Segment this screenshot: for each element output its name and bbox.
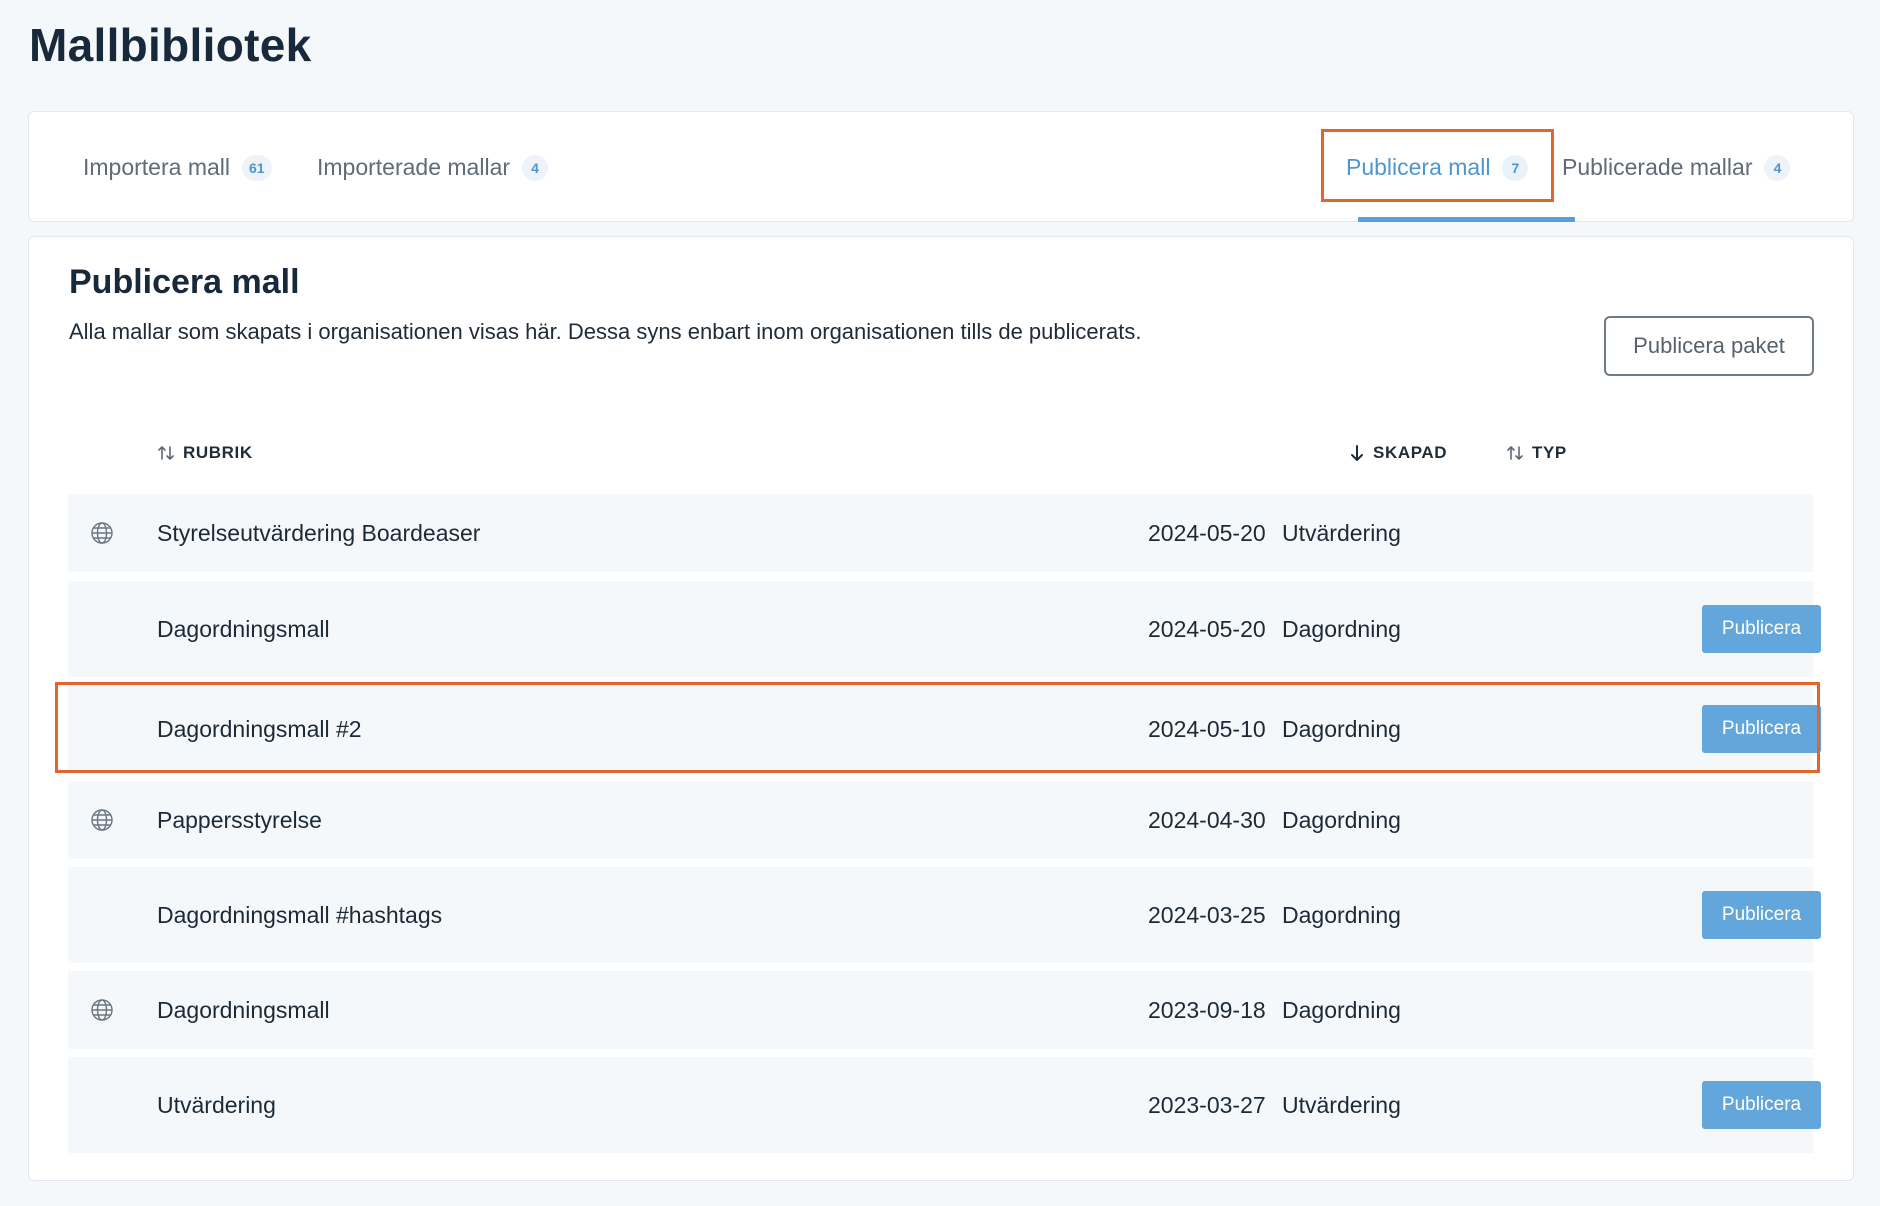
- row-title: Dagordningsmall #2: [157, 715, 362, 742]
- tab-count-badge: 7: [1502, 154, 1529, 181]
- table-row[interactable]: Dagordningsmall 2024-05-20 Dagordning Pu…: [68, 581, 1821, 677]
- page: Mallbibliotek Importera mall 61 Importer…: [0, 0, 1880, 1206]
- tab-label: Importerade mallar: [317, 154, 511, 180]
- column-header-label: TYP: [1532, 443, 1567, 462]
- row-title: Pappersstyrelse: [157, 806, 322, 833]
- tab-publish-template[interactable]: Publicera mall 7: [1346, 112, 1529, 223]
- globe-icon: [90, 494, 114, 572]
- tab-label: Publicerade mallar: [1562, 154, 1753, 180]
- row-title: Dagordningsmall: [157, 615, 330, 642]
- tab-published-templates[interactable]: Publicerade mallar 4: [1562, 112, 1791, 223]
- column-header-label: SKAPAD: [1373, 443, 1448, 462]
- row-title: Utvärdering: [157, 1091, 276, 1118]
- table-row[interactable]: Styrelseutvärdering Boardeaser 2024-05-2…: [68, 494, 1813, 572]
- row-type: Dagordning: [1282, 806, 1401, 833]
- table-row[interactable]: Utvärdering 2023-03-27 Utvärdering Publi…: [68, 1057, 1821, 1153]
- publish-package-button[interactable]: Publicera paket: [1604, 316, 1814, 376]
- publish-template-panel: Publicera mall Alla mallar som skapats i…: [28, 236, 1854, 1181]
- row-type: Dagordning: [1282, 615, 1401, 642]
- table-row[interactable]: Pappersstyrelse 2024-04-30 Dagordning: [68, 781, 1813, 859]
- tab-label: Importera mall: [83, 154, 230, 180]
- tab-imported-templates[interactable]: Importerade mallar 4: [317, 112, 549, 223]
- tab-bar: Importera mall 61 Importerade mallar 4 P…: [28, 111, 1854, 222]
- row-type: Utvärdering: [1282, 519, 1401, 546]
- row-created: 2024-04-30: [1148, 806, 1266, 833]
- column-header-created[interactable]: SKAPAD: [1349, 443, 1447, 463]
- page-title: Mallbibliotek: [29, 19, 312, 71]
- publish-button[interactable]: Publicera: [1702, 891, 1821, 939]
- row-created: 2024-05-20: [1148, 519, 1266, 546]
- table-row[interactable]: Dagordningsmall #hashtags 2024-03-25 Dag…: [68, 867, 1821, 963]
- row-title: Dagordningsmall #hashtags: [157, 901, 443, 928]
- row-created: 2024-05-10: [1148, 715, 1266, 742]
- sort-arrows-icon: [1506, 444, 1524, 462]
- publish-button[interactable]: Publicera: [1702, 605, 1821, 653]
- tab-count-badge: 61: [241, 154, 272, 181]
- row-title: Dagordningsmall: [157, 996, 330, 1023]
- tab-import-template[interactable]: Importera mall 61: [83, 112, 272, 223]
- section-title: Publicera mall: [69, 263, 300, 301]
- row-type: Dagordning: [1282, 901, 1401, 928]
- row-created: 2023-03-27: [1148, 1091, 1266, 1118]
- column-header-type[interactable]: TYP: [1506, 443, 1567, 463]
- arrow-down-icon: [1349, 444, 1365, 462]
- row-created: 2024-03-25: [1148, 901, 1266, 928]
- column-header-label: RUBRIK: [183, 443, 253, 462]
- globe-icon: [90, 971, 114, 1049]
- row-type: Utvärdering: [1282, 1091, 1401, 1118]
- row-type: Dagordning: [1282, 996, 1401, 1023]
- row-title: Styrelseutvärdering Boardeaser: [157, 519, 481, 546]
- column-header-title[interactable]: RUBRIK: [157, 443, 253, 463]
- row-type: Dagordning: [1282, 715, 1401, 742]
- active-tab-indicator: [1358, 217, 1575, 222]
- table-row[interactable]: Dagordningsmall #2 2024-05-10 Dagordning…: [68, 685, 1821, 773]
- publish-button[interactable]: Publicera: [1702, 1081, 1821, 1129]
- sort-arrows-icon: [157, 444, 175, 462]
- tab-count-badge: 4: [1764, 154, 1791, 181]
- row-created: 2024-05-20: [1148, 615, 1266, 642]
- section-description: Alla mallar som skapats i organisationen…: [69, 319, 1142, 344]
- table-row[interactable]: Dagordningsmall 2023-09-18 Dagordning: [68, 971, 1813, 1049]
- tab-count-badge: 4: [522, 154, 549, 181]
- publish-button[interactable]: Publicera: [1702, 705, 1821, 753]
- globe-icon: [90, 781, 114, 859]
- row-created: 2023-09-18: [1148, 996, 1266, 1023]
- tab-label: Publicera mall: [1346, 154, 1491, 180]
